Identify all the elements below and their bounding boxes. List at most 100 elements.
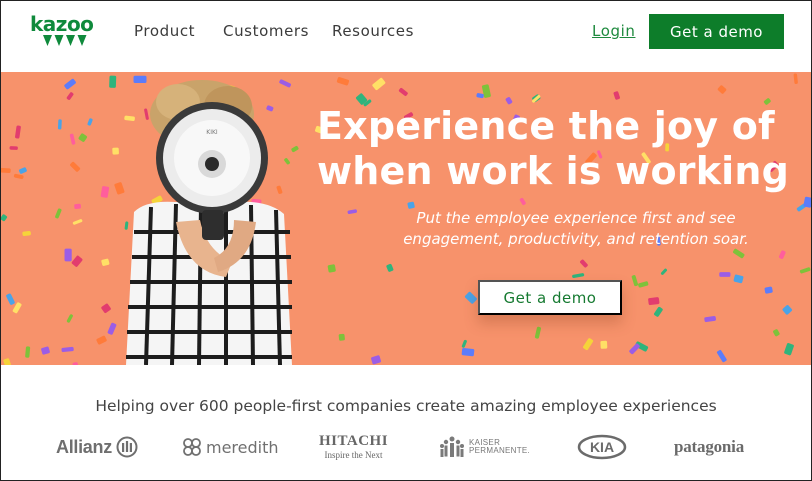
confetti-piece — [18, 167, 27, 174]
confetti-piece — [66, 314, 73, 323]
hitachi-logo: HITACHI Inspire the Next — [319, 429, 388, 465]
confetti-piece — [580, 259, 588, 268]
confetti-piece — [629, 343, 640, 355]
logo-wordmark: kazoo — [30, 12, 94, 36]
confetti-piece — [764, 286, 773, 294]
site-header: kazoo Product Customers Resources Login … — [1, 1, 811, 72]
confetti-piece — [782, 305, 793, 315]
hero-subheadline-line-1: Put the employee experience first and se… — [416, 209, 736, 227]
confetti-piece — [773, 329, 780, 337]
confetti-piece — [1, 214, 8, 222]
confetti-piece — [1, 167, 11, 173]
kaiser-people-icon — [440, 436, 464, 457]
kia-wordmark: KIA — [590, 439, 614, 455]
kaiser-permanente-logo: KAISER PERMANENTE. — [439, 429, 530, 465]
confetti-piece — [64, 248, 72, 262]
hero-subheadline: Put the employee experience first and se… — [356, 208, 796, 250]
confetti-piece — [464, 291, 477, 304]
confetti-piece — [64, 78, 76, 90]
confetti-piece — [704, 315, 716, 323]
confetti-piece — [476, 93, 484, 99]
confetti-piece — [25, 346, 31, 358]
confetti-piece — [648, 297, 660, 306]
confetti-piece — [733, 274, 744, 284]
confetti-piece — [534, 326, 541, 339]
meredith-logo: meredith — [182, 429, 279, 465]
confetti-piece — [72, 362, 80, 365]
confetti-piece — [15, 125, 21, 139]
confetti-piece — [583, 338, 594, 351]
megaphone-label: KIKI — [206, 129, 218, 136]
confetti-piece — [613, 91, 620, 100]
hero-headline: Experience the joy of when work is worki… — [317, 104, 797, 194]
customers-tagline: Helping over 600 people-first companies … — [95, 397, 717, 415]
confetti-piece — [22, 230, 31, 237]
confetti-piece — [9, 146, 18, 150]
confetti-piece — [461, 339, 467, 348]
confetti-piece — [461, 348, 475, 357]
confetti-piece — [386, 263, 394, 272]
hero-headline-line-2: when work is working — [317, 149, 790, 193]
allianz-logo: Allianz — [56, 429, 138, 465]
confetti-piece — [13, 173, 24, 179]
confetti-piece — [3, 358, 11, 365]
kazoo-logo[interactable]: kazoo — [30, 13, 100, 53]
confetti-piece — [69, 133, 76, 145]
confetti-piece — [719, 272, 731, 277]
confetti-piece — [398, 87, 408, 96]
confetti-piece — [327, 264, 336, 273]
confetti-piece — [78, 133, 88, 142]
confetti-piece — [55, 208, 62, 219]
hero-subheadline-line-2: engagement, productivity, and retention … — [403, 230, 749, 248]
kaiser-wordmark-line-2: PERMANENTE. — [469, 446, 531, 455]
confetti-piece — [372, 77, 386, 91]
get-a-demo-header-button[interactable]: Get a demo — [649, 14, 784, 49]
confetti-piece — [338, 333, 345, 341]
nav-product[interactable]: Product — [134, 22, 195, 40]
confetti-piece — [784, 343, 794, 356]
patagonia-wordmark: patagonia — [674, 437, 744, 456]
confetti-piece — [600, 340, 608, 349]
confetti-piece — [716, 349, 727, 363]
confetti-piece — [371, 355, 382, 365]
kia-logo: KIA — [577, 429, 627, 465]
confetti-piece — [87, 118, 93, 126]
logo-triangles-icon — [43, 35, 87, 46]
confetti-piece — [336, 77, 350, 86]
meredith-wordmark: meredith — [206, 437, 279, 457]
nav-customers[interactable]: Customers — [223, 22, 309, 40]
kia-oval-icon: KIA — [577, 434, 627, 460]
get-a-demo-hero-button[interactable]: Get a demo — [478, 280, 622, 315]
customer-logos: Allianz meredith HITACHI Inspire the Nex… — [1, 429, 811, 465]
nav-resources[interactable]: Resources — [332, 22, 414, 40]
meredith-knot-icon — [183, 438, 201, 456]
confetti-piece — [631, 275, 639, 287]
confetti-piece — [793, 73, 798, 84]
page-frame: kazoo Product Customers Resources Login … — [0, 0, 812, 481]
confetti-piece — [74, 203, 81, 210]
confetti-piece — [660, 268, 667, 275]
confetti-piece — [6, 293, 15, 305]
login-link[interactable]: Login — [592, 22, 635, 40]
confetti-piece — [572, 273, 585, 278]
confetti-piece — [57, 119, 62, 130]
confetti-piece — [61, 346, 74, 353]
person-with-megaphone-image: KIKI — [126, 80, 292, 365]
hero-headline-line-1: Experience the joy of — [317, 104, 775, 148]
allianz-wordmark: Allianz — [56, 436, 112, 457]
confetti-piece — [778, 250, 786, 259]
hitachi-wordmark: HITACHI — [319, 433, 389, 449]
confetti-piece — [638, 281, 649, 288]
confetti-piece — [799, 267, 811, 274]
confetti-piece — [41, 346, 50, 355]
hitachi-slogan: Inspire the Next — [324, 450, 383, 460]
confetti-piece — [72, 219, 83, 225]
patagonia-logo: patagonia — [674, 429, 744, 465]
confetti-piece — [66, 92, 74, 100]
confetti-piece — [717, 85, 727, 94]
confetti-piece — [70, 161, 81, 172]
confetti-piece — [71, 255, 83, 267]
confetti-piece — [519, 197, 526, 206]
allianz-eagle-icon — [116, 436, 138, 458]
confetti-piece — [803, 196, 811, 208]
